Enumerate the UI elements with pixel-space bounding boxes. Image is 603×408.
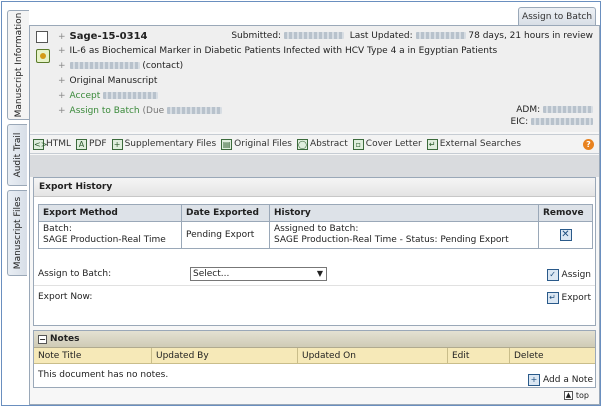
editor-assignments: ADM: EIC:: [510, 104, 593, 128]
search-icon: ↵: [426, 138, 438, 150]
expand-icon[interactable]: +: [58, 91, 66, 101]
export-history-table: Export Method Date Exported History Remo…: [38, 204, 593, 249]
redacted-updated: [415, 32, 466, 39]
expand-icon[interactable]: +: [58, 46, 66, 56]
tab-label: Manuscript Files: [12, 196, 23, 270]
plus-icon: +: [528, 374, 541, 386]
document-toolbar: <> HTML A PDF + Supplementary Files ▤ Origin…: [30, 134, 599, 154]
divider: [34, 285, 595, 286]
last-updated-label: Last Updated:: [349, 31, 413, 41]
manuscript-header: + Sage-15-0314 + IL-6 as Biochemical Marke…: [30, 26, 599, 132]
main-panel: + Sage-15-0314 + IL-6 as Biochemical Marke…: [29, 25, 600, 405]
external-searches-button[interactable]: ↵ External Searches: [426, 138, 521, 150]
manuscript-id: Sage-15-0314: [69, 31, 148, 42]
column-header: Edit: [448, 348, 510, 363]
expand-icon[interactable]: +: [58, 32, 66, 42]
column-header: Date Exported: [181, 204, 270, 222]
checkmark-icon: ✓: [546, 269, 559, 281]
expand-icon[interactable]: +: [58, 106, 66, 116]
tab-manuscript-information[interactable]: Manuscript Information: [7, 10, 29, 120]
back-to-top-link[interactable]: ▲ top: [563, 391, 589, 400]
notes-columns: Note Title Updated By Updated On Edit De…: [34, 348, 595, 364]
contact-suffix: (contact): [142, 61, 184, 71]
table-row: Batch: SAGE Production-Real Time Pending …: [38, 221, 593, 249]
assign-status: Assign to Batch: [69, 106, 140, 116]
notes-header[interactable]: − Notes: [34, 331, 595, 348]
redacted-due-date: [167, 107, 223, 114]
history-cell: Assigned to Batch: SAGE Production-Real T…: [269, 221, 539, 249]
notes-title: Notes: [50, 333, 80, 344]
due-label: (Due: [142, 106, 165, 116]
redacted-author: [69, 62, 140, 69]
collapse-icon[interactable]: −: [38, 334, 47, 344]
app-frame: Manuscript Information Audit Trail Manus…: [1, 1, 601, 406]
column-header: Export Method: [38, 204, 182, 222]
submitted-label: Submitted:: [231, 31, 282, 41]
export-now-row: Export Now: ↵ Export: [38, 288, 593, 306]
adm-label: ADM:: [516, 105, 541, 115]
section-spacer: [30, 155, 599, 177]
help-icon[interactable]: ?: [583, 139, 594, 150]
letter-icon: ▫: [352, 138, 364, 150]
export-history-panel: Export History Export Method Date Export…: [33, 177, 596, 326]
plus-icon: +: [111, 138, 123, 150]
export-now-label: Export Now:: [38, 292, 93, 302]
notes-body: This document has no notes. + Add a Note: [34, 364, 595, 386]
up-arrow-icon: ▲: [563, 391, 573, 400]
assign-to-batch-row: Assign to Batch: Select... ▼ ✓ Assign: [38, 265, 593, 283]
pdf-button[interactable]: A PDF: [76, 138, 107, 150]
original-files-button[interactable]: ▤ Original Files: [221, 138, 292, 150]
redacted-eic: [531, 118, 593, 125]
empty-notes-message: This document has no notes.: [38, 370, 169, 380]
tab-audit-trail[interactable]: Audit Trail: [7, 124, 27, 186]
redacted-date: [103, 92, 159, 99]
notes-panel: − Notes Note Title Updated By Updated On…: [33, 330, 596, 388]
cover-letter-button[interactable]: ▫ Cover Letter: [352, 138, 422, 150]
export-history-title: Export History: [34, 178, 595, 197]
side-tabs: Manuscript Information Audit Trail Manus…: [2, 2, 29, 405]
remove-cell: ✕: [538, 221, 593, 249]
expand-icon[interactable]: +: [58, 76, 66, 86]
manuscript-title: IL-6 as Biochemical Marker in Diabetic P…: [69, 46, 498, 56]
file-icon: ▤: [221, 138, 233, 150]
column-header: Updated On: [298, 348, 448, 363]
html-button[interactable]: <> HTML: [33, 138, 71, 150]
export-icon: ↵: [546, 292, 559, 304]
add-note-button[interactable]: + Add a Note: [528, 369, 593, 391]
original-manuscript-link[interactable]: Original Manuscript: [70, 76, 158, 86]
html-icon: <>: [33, 138, 48, 150]
column-header: Note Title: [34, 348, 152, 363]
eic-label: EIC:: [510, 117, 529, 127]
assign-button[interactable]: ✓ Assign: [546, 266, 591, 284]
redacted-adm: [543, 106, 593, 113]
status-icon: [36, 49, 50, 63]
abstract-button[interactable]: ◯ Abstract: [297, 138, 348, 150]
elapsed-time: 78 days, 21 hours in review: [468, 31, 593, 41]
column-header: Remove: [538, 204, 593, 222]
column-header: Updated By: [152, 348, 298, 363]
tab-label: Audit Trail: [12, 132, 23, 178]
assign-to-batch-label: Assign to Batch:: [38, 269, 112, 279]
pdf-icon: A: [76, 138, 88, 150]
column-header: History: [269, 204, 539, 222]
tab-assign-to-batch[interactable]: Assign to Batch: [518, 7, 596, 25]
batch-select[interactable]: Select... ▼: [190, 267, 327, 281]
column-header: Delete: [514, 351, 544, 361]
export-button[interactable]: ↵ Export: [546, 289, 591, 307]
redacted-submitted: [283, 32, 344, 39]
accept-status: Accept: [69, 91, 101, 101]
chevron-down-icon: ▼: [316, 269, 323, 278]
select-checkbox[interactable]: [36, 31, 48, 43]
tab-label: Manuscript Information: [13, 12, 24, 118]
tab-manuscript-files[interactable]: Manuscript Files: [7, 190, 27, 276]
abstract-icon: ◯: [297, 138, 308, 150]
supplementary-files-button[interactable]: + Supplementary Files: [111, 138, 216, 150]
export-method-cell: Batch: SAGE Production-Real Time: [38, 221, 182, 249]
expand-icon[interactable]: +: [58, 61, 66, 71]
date-exported-cell: Pending Export: [181, 221, 270, 249]
remove-icon[interactable]: ✕: [559, 229, 572, 241]
